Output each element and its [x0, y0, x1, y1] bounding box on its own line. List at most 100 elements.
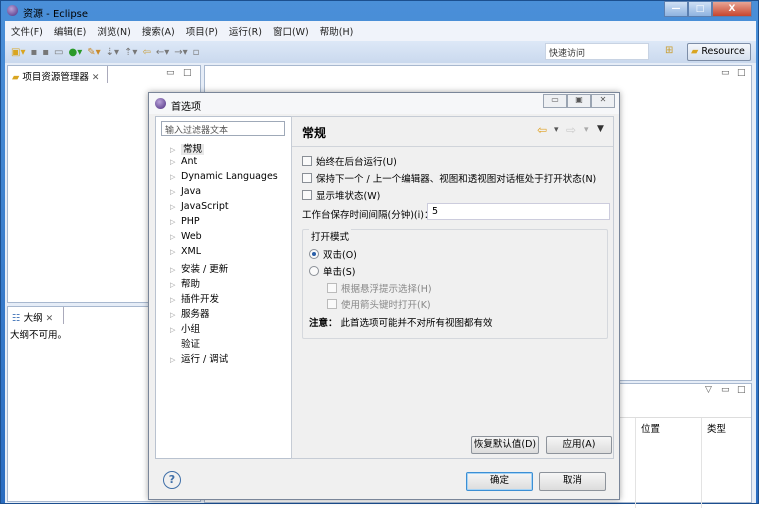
back-dropdown-icon[interactable]: ▾: [554, 125, 559, 135]
run-icon[interactable]: ●▾: [68, 47, 82, 58]
expand-arrow-icon[interactable]: ▷: [170, 173, 176, 181]
expand-arrow-icon[interactable]: ▷: [170, 296, 176, 304]
expand-arrow-icon[interactable]: ▷: [170, 356, 176, 364]
expand-arrow-icon[interactable]: ▷: [170, 281, 176, 289]
run-in-background-checkbox[interactable]: 始终在后台运行(U): [302, 154, 397, 168]
save-all-icon[interactable]: ▪: [42, 47, 49, 58]
close-button[interactable]: X: [712, 1, 752, 17]
close-icon[interactable]: ✕: [46, 314, 54, 324]
arrow-keys-open-checkbox[interactable]: 使用箭头键时打开(K): [327, 297, 431, 311]
expand-arrow-icon[interactable]: ▷: [170, 158, 176, 166]
maximize-button[interactable]: □: [688, 1, 712, 17]
apply-button[interactable]: 应用(A): [546, 436, 612, 454]
resource-perspective-button[interactable]: ▰ Resource: [687, 43, 751, 61]
last-edit-icon[interactable]: ⇦: [142, 47, 150, 58]
minimize-view-icon[interactable]: ▭: [166, 68, 175, 78]
tree-item[interactable]: ▷ Web: [170, 231, 202, 242]
single-click-radio[interactable]: 单击(S): [309, 264, 355, 278]
tree-item[interactable]: ▷ 安装 / 更新: [170, 261, 228, 275]
ok-button[interactable]: 确定: [466, 472, 533, 491]
open-mode-legend: 打开模式: [309, 229, 352, 243]
expand-arrow-icon[interactable]: ▷: [170, 326, 176, 334]
dialog-maximize-button[interactable]: ▣: [567, 94, 591, 108]
forward-icon[interactable]: →▾: [174, 47, 187, 58]
tree-item[interactable]: 验证: [170, 336, 200, 350]
checkbox-box[interactable]: [302, 173, 312, 183]
dialog-close-button[interactable]: ✕: [591, 94, 615, 108]
tab-outline[interactable]: ☷ 大纲 ✕: [8, 307, 64, 324]
menu-navigate[interactable]: 浏览(N): [97, 24, 131, 38]
maximize-view-icon[interactable]: □: [737, 385, 746, 395]
forward-dropdown-icon[interactable]: ▾: [584, 125, 589, 135]
expand-arrow-icon[interactable]: ▷: [170, 218, 176, 226]
keep-dialog-open-checkbox[interactable]: 保持下一个 / 上一个编辑器、视图和透视图对话框处于打开状态(N): [302, 171, 596, 185]
expand-arrow-icon[interactable]: ▷: [170, 188, 176, 196]
show-heap-checkbox[interactable]: 显示堆状态(W): [302, 188, 380, 202]
close-icon[interactable]: ✕: [92, 73, 100, 83]
filter-input[interactable]: 输入过滤器文本: [161, 121, 285, 136]
open-perspective-icon[interactable]: ⊞: [665, 45, 673, 56]
expand-arrow-icon[interactable]: ▷: [170, 248, 176, 256]
checkbox-box[interactable]: [327, 299, 337, 309]
tree-item[interactable]: ▷ 常规: [170, 141, 205, 155]
tree-item[interactable]: ▷ 运行 / 调试: [170, 351, 228, 365]
minimize-button[interactable]: —: [664, 1, 688, 17]
expand-arrow-icon[interactable]: ▷: [170, 266, 176, 274]
expand-arrow-icon[interactable]: ▷: [170, 203, 176, 211]
maximize-view-icon[interactable]: □: [183, 68, 192, 78]
menu-help[interactable]: 帮助(H): [320, 24, 354, 38]
view-menu-icon[interactable]: ▽: [705, 385, 712, 395]
checkbox-box[interactable]: [327, 283, 337, 293]
radio-button[interactable]: [309, 249, 319, 259]
prev-annotation-icon[interactable]: ⇡▾: [124, 47, 137, 58]
menu-window[interactable]: 窗口(W): [273, 24, 309, 38]
tree-item[interactable]: ▷ 插件开发: [170, 291, 219, 305]
back-arrow-icon[interactable]: ⇦: [537, 123, 547, 137]
cancel-button[interactable]: 取消: [539, 472, 606, 491]
tree-item[interactable]: ▷ 帮助: [170, 276, 200, 290]
back-icon[interactable]: ←▾: [156, 47, 169, 58]
minimize-view-icon[interactable]: ▭: [721, 68, 730, 78]
menu-run[interactable]: 运行(R): [229, 24, 262, 38]
tree-item[interactable]: ▷ Dynamic Languages: [170, 171, 278, 182]
tree-item[interactable]: ▷ JavaScript: [170, 201, 229, 212]
tree-item[interactable]: ▷ 小组: [170, 321, 200, 335]
dialog-minimize-button[interactable]: ▭: [543, 94, 567, 108]
tree-item[interactable]: ▷ PHP: [170, 216, 200, 227]
tab-project-explorer[interactable]: ▰ 项目资源管理器 ✕: [8, 66, 108, 83]
radio-button[interactable]: [309, 266, 319, 276]
menu-file[interactable]: 文件(F): [11, 24, 43, 38]
restore-defaults-button[interactable]: 恢复默认值(D): [471, 436, 539, 454]
save-icon[interactable]: ▪: [30, 47, 37, 58]
new-icon[interactable]: ▣▾: [11, 47, 25, 58]
external-tools-icon[interactable]: ✎▾: [87, 47, 100, 58]
expand-arrow-icon[interactable]: ▷: [170, 311, 176, 319]
hover-select-checkbox[interactable]: 根据悬浮提示选择(H): [327, 281, 432, 295]
double-click-radio[interactable]: 双击(O): [309, 247, 357, 261]
radio-label: 单击(S): [323, 267, 356, 278]
checkbox-box[interactable]: [302, 156, 312, 166]
tree-item[interactable]: ▷ 服务器: [170, 306, 210, 320]
maximize-view-icon[interactable]: □: [737, 68, 746, 78]
tree-item[interactable]: ▷ Java: [170, 186, 201, 197]
help-icon[interactable]: ?: [163, 471, 181, 489]
expand-arrow-icon[interactable]: ▷: [170, 233, 176, 241]
print-icon[interactable]: ▭: [54, 47, 63, 58]
column-type[interactable]: 类型: [707, 421, 726, 435]
minimize-view-icon[interactable]: ▭: [721, 385, 730, 395]
forward-arrow-icon[interactable]: ⇨: [566, 123, 576, 137]
view-menu-icon[interactable]: ▼: [597, 124, 604, 134]
menu-search[interactable]: 搜索(A): [142, 24, 175, 38]
tree-item-label: 安装 / 更新: [181, 264, 229, 275]
save-interval-input[interactable]: 5: [427, 203, 610, 220]
next-annotation-icon[interactable]: ⇣▾: [106, 47, 119, 58]
tree-item[interactable]: ▷ XML: [170, 246, 201, 257]
pin-icon[interactable]: ▫: [193, 47, 200, 58]
menu-project[interactable]: 项目(P): [186, 24, 218, 38]
quick-access-input[interactable]: 快速访问: [545, 43, 649, 60]
expand-arrow-icon[interactable]: ▷: [170, 146, 176, 154]
checkbox-box[interactable]: [302, 190, 312, 200]
tree-item[interactable]: ▷ Ant: [170, 156, 197, 167]
menu-edit[interactable]: 编辑(E): [54, 24, 86, 38]
column-location[interactable]: 位置: [641, 421, 660, 435]
